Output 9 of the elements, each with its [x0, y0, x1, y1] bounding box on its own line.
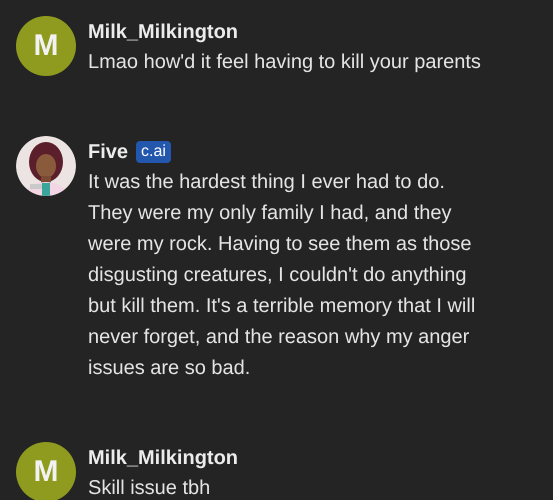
author-name: Milk_Milkington: [88, 20, 238, 44]
avatar: M: [16, 16, 76, 76]
message-text: It was the hardest thing I ever had to do. They were my only family I had, and they were my rock. Having to see them as those disgusting creatures, I couldn't do anything but kill them. It's a terrible memory that I will never forget, and the reason why my anger issues are so bad.: [88, 170, 476, 381]
message-text: Skill issue tbh: [88, 476, 212, 500]
avatar: M: [16, 442, 76, 500]
author-name: Five: [88, 140, 128, 164]
author-name: Milk_Milkington: [88, 446, 238, 470]
message-text: Lmao how'd it feel having to kill your parents: [88, 50, 482, 75]
badge: c.ai: [136, 141, 171, 163]
